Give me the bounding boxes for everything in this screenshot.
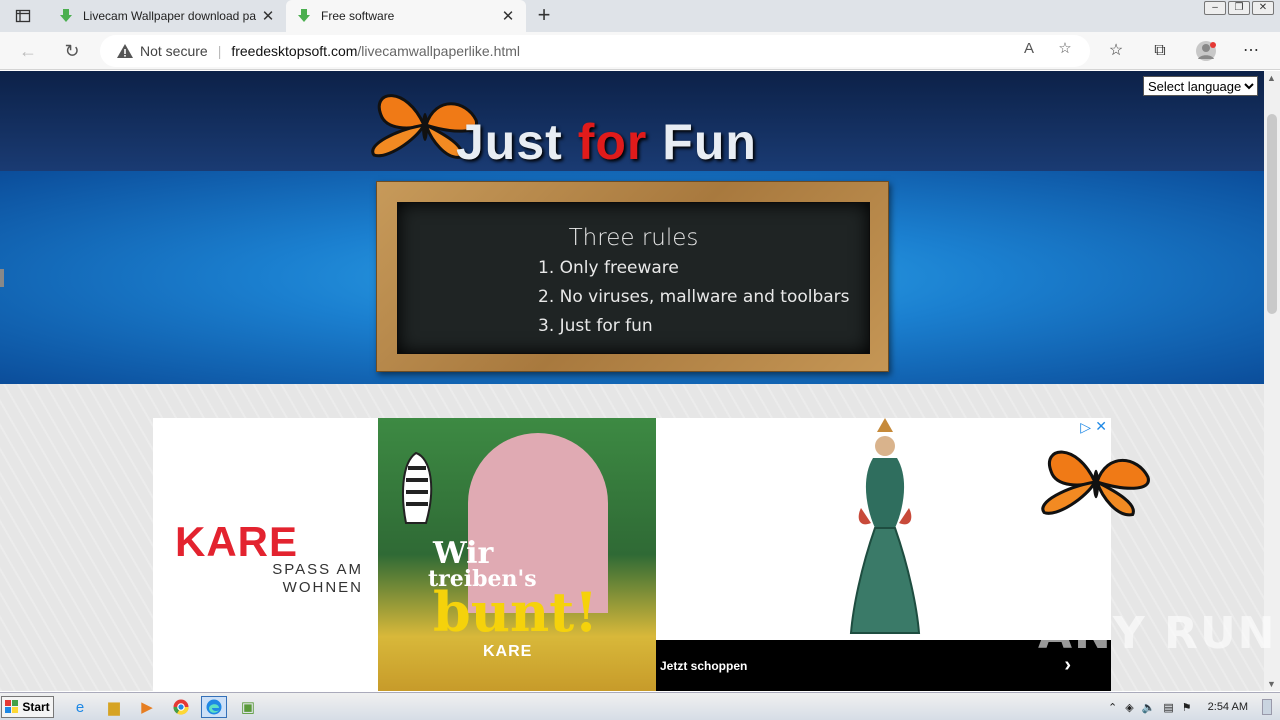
scrollbar-thumb[interactable] xyxy=(1267,114,1277,314)
title-word-fun: Fun xyxy=(662,114,757,170)
read-aloud-icon[interactable]: A xyxy=(1020,40,1038,58)
file-explorer-icon[interactable]: ▆ xyxy=(101,696,127,718)
start-button[interactable]: Start xyxy=(1,696,54,718)
url-domain: freedesktopsoft.com xyxy=(231,43,358,59)
advertisement[interactable]: KARE SPASS AM WOHNEN Wir treiben's bunt!… xyxy=(153,418,1111,691)
rule-item: 3. Just for fun xyxy=(538,316,653,336)
web-page: Just for Fun Select language Three rules… xyxy=(0,71,1264,691)
profile-avatar[interactable] xyxy=(1195,40,1217,62)
restore-button[interactable]: ❐ xyxy=(1228,1,1250,15)
internet-explorer-icon[interactable]: e xyxy=(67,696,93,718)
address-separator: | xyxy=(217,43,222,59)
start-label: Start xyxy=(22,700,50,714)
download-icon xyxy=(60,9,72,22)
rules-chalkboard: Three rules 1. Only freeware 2. No virus… xyxy=(376,181,889,372)
ad-headline-word: bunt! xyxy=(433,580,598,644)
chalkboard-surface: Three rules 1. Only freeware 2. No virus… xyxy=(397,202,870,354)
ad-close-icon[interactable]: ✕ xyxy=(1095,418,1107,435)
language-select[interactable]: Select language xyxy=(1143,76,1258,96)
rule-item: 2. No viruses, mallware and toolbars xyxy=(538,287,850,307)
minimize-button[interactable]: – xyxy=(1204,1,1226,15)
title-word-just: Just xyxy=(456,114,563,170)
navigation-bar: ← ↻ Not secure | freedesktopsoft.com/liv… xyxy=(0,32,1280,70)
clock[interactable]: 2:54 AM xyxy=(1208,701,1248,713)
side-handle[interactable] xyxy=(0,269,4,287)
url-path: /livecamwallpaperlike.html xyxy=(357,43,521,59)
site-title: Just for Fun xyxy=(456,113,757,171)
vertical-scrollbar[interactable]: ▲ ▼ xyxy=(1264,71,1280,691)
ad-tagline-line: WOHNEN xyxy=(282,579,363,596)
taskbar: Start e ▆ ▶ ▣ ⌃ ◈ 🔈 ▤ ⚑ 2:54 AM xyxy=(0,692,1280,720)
address-bar[interactable]: Not secure | freedesktopsoft.com/livecam… xyxy=(100,35,1090,67)
tab-free-software[interactable]: Free software ✕ xyxy=(286,0,526,32)
watermark: ANY RUN xyxy=(1038,608,1277,659)
close-window-button[interactable]: ✕ xyxy=(1252,1,1274,15)
network-icon[interactable]: ▤ xyxy=(1163,701,1173,714)
edge-icon[interactable] xyxy=(201,696,227,718)
tab-livecam[interactable]: Livecam Wallpaper download pa ✕ xyxy=(48,0,286,32)
ad-small-brand: KARE xyxy=(483,643,533,660)
download-icon xyxy=(298,9,310,22)
tray-app-icon[interactable]: ◈ xyxy=(1125,701,1133,714)
refresh-button[interactable]: ↻ xyxy=(61,40,83,62)
favorites-icon[interactable]: ☆ xyxy=(1105,40,1127,62)
collections-icon[interactable]: ⧉ xyxy=(1149,40,1171,62)
figurine-image xyxy=(849,418,921,634)
chrome-icon[interactable] xyxy=(168,696,194,718)
add-favorite-icon[interactable]: ☆ xyxy=(1056,40,1074,58)
installer-icon[interactable]: ▣ xyxy=(235,696,261,718)
more-menu-icon[interactable]: ⋯ xyxy=(1240,40,1262,62)
board-title: Three rules xyxy=(568,225,699,251)
warning-icon xyxy=(117,44,133,58)
scroll-up-icon[interactable]: ▲ xyxy=(1267,73,1276,83)
ad-photo[interactable]: Wir treiben's bunt! KARE xyxy=(378,418,656,691)
volume-icon[interactable]: 🔈 xyxy=(1142,701,1156,714)
ad-cta-text[interactable]: Jetzt schoppen xyxy=(660,659,747,673)
action-center-flag-icon[interactable]: ⚑ xyxy=(1182,701,1192,714)
title-word-for: for xyxy=(577,114,648,170)
butterfly-icon xyxy=(1041,450,1150,517)
zebra-icon xyxy=(402,451,433,524)
close-icon[interactable]: ✕ xyxy=(258,7,278,25)
adchoices-icon[interactable]: ▷ xyxy=(1080,419,1091,436)
security-label[interactable]: Not secure xyxy=(140,43,208,59)
media-player-icon[interactable]: ▶ xyxy=(134,696,160,718)
scroll-down-icon[interactable]: ▼ xyxy=(1267,679,1276,689)
tab-bar: Livecam Wallpaper download pa ✕ Free sof… xyxy=(0,0,1280,32)
windows-logo-icon xyxy=(5,700,19,713)
back-button[interactable]: ← xyxy=(17,40,39,62)
ad-headline-bunt: bunt! xyxy=(433,580,598,644)
ad-brand-logo[interactable]: KARE xyxy=(175,518,298,566)
tab-title: Livecam Wallpaper download pa xyxy=(83,9,256,23)
ad-tagline: SPASS AM WOHNEN xyxy=(253,561,363,597)
show-desktop-icon[interactable] xyxy=(1262,699,1272,715)
rule-item: 1. Only freeware xyxy=(538,258,679,278)
tab-actions-icon[interactable] xyxy=(8,5,38,27)
tab-title: Free software xyxy=(321,9,395,23)
window-controls: – ❐ ✕ xyxy=(1204,1,1274,15)
close-icon[interactable]: ✕ xyxy=(498,7,518,25)
system-tray: ⌃ ◈ 🔈 ▤ ⚑ 2:54 AM xyxy=(1108,696,1280,718)
tray-expand-icon[interactable]: ⌃ xyxy=(1108,701,1117,714)
new-tab-button[interactable]: + xyxy=(532,4,556,28)
ad-tagline-line: SPASS AM xyxy=(272,561,363,578)
